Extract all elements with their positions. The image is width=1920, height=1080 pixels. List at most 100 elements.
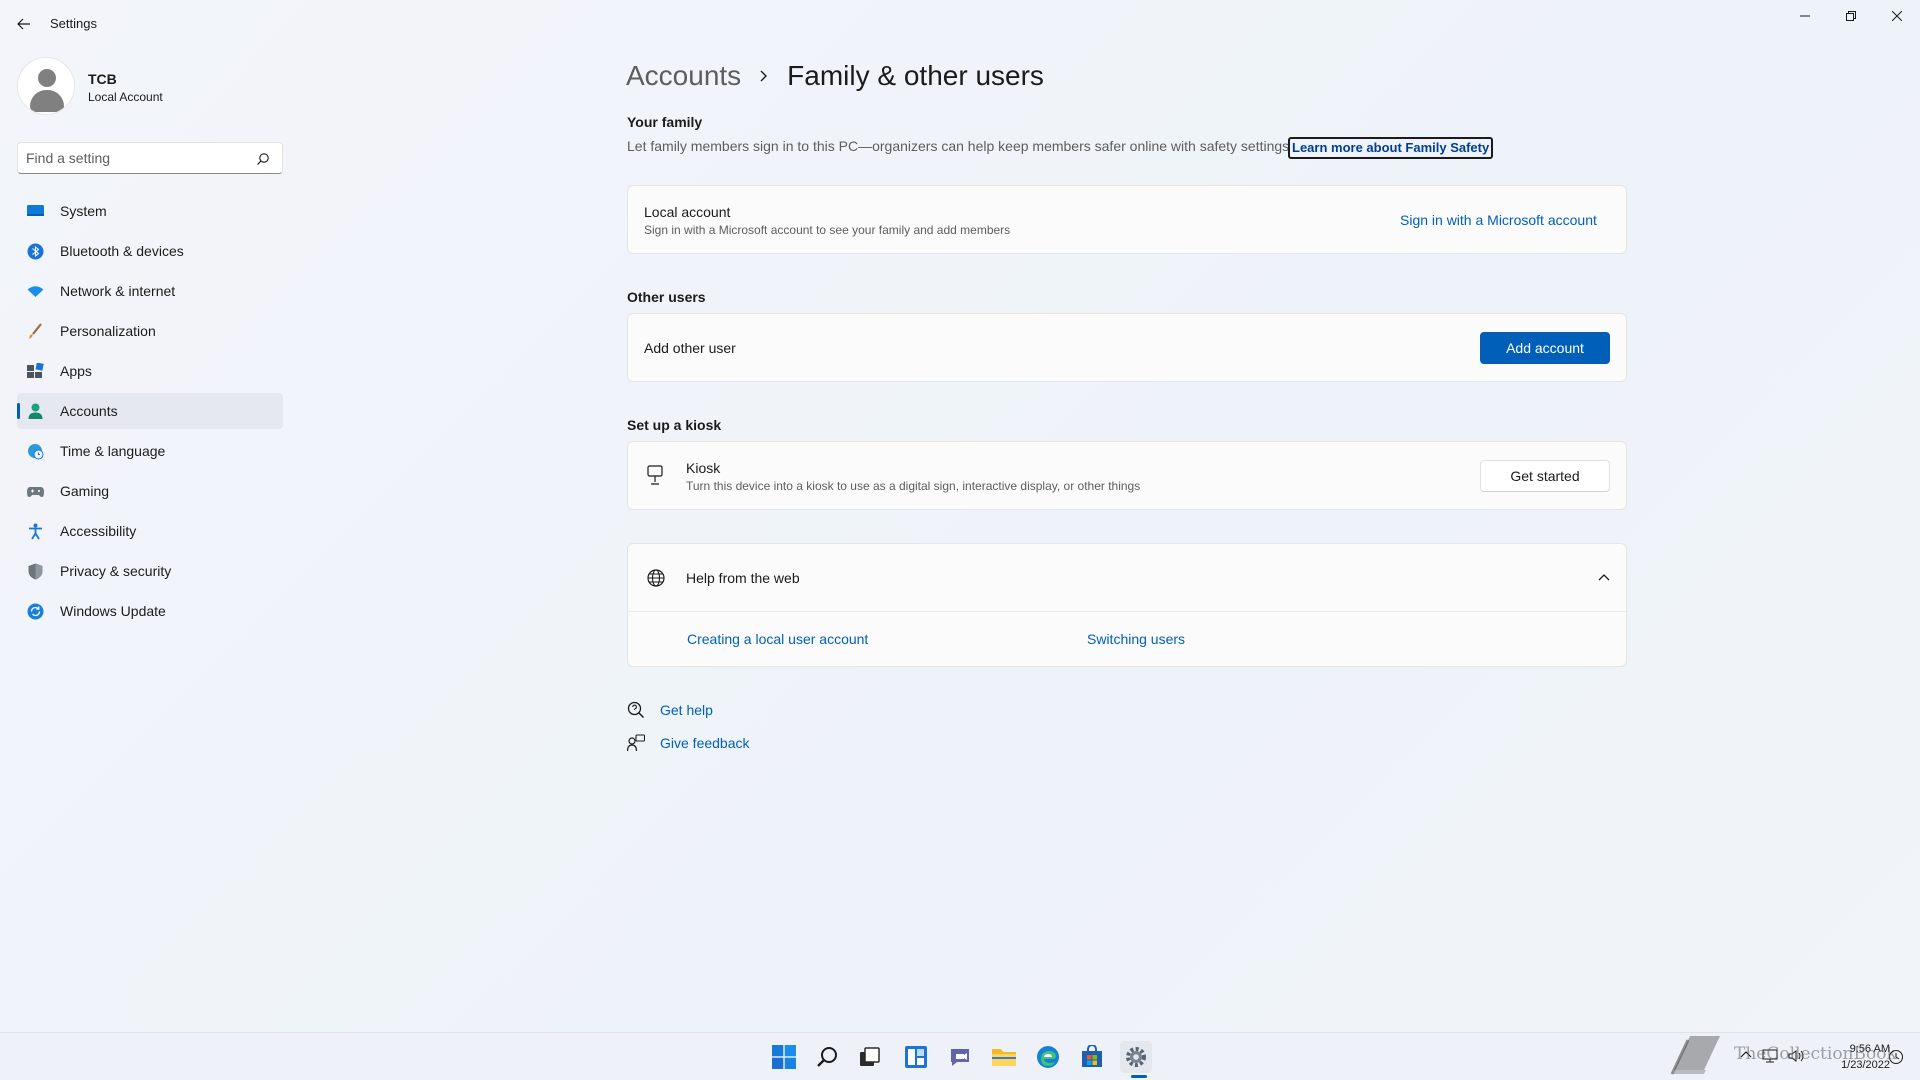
close-button[interactable] [1874,0,1920,32]
sidebar-item-label: Accounts [60,403,118,419]
kiosk-title: Kiosk [686,460,721,476]
sidebar-item-label: Gaming [60,483,110,499]
taskbar: 9:56 AM 1/23/2022 [0,1032,1920,1080]
help-from-web-header[interactable]: Help from the web [628,544,1626,611]
divider [628,611,1626,612]
file-explorer-button[interactable] [988,1041,1020,1073]
sidebar-item-apps[interactable]: Apps [17,353,283,389]
system-icon [27,205,44,216]
local-account-title: Local account [644,204,731,220]
sidebar-item-label: Windows Update [60,603,166,619]
kiosk-icon [647,465,663,485]
avatar [17,57,75,115]
get-help-link[interactable]: Get help [660,702,713,718]
kiosk-description: Turn this device into a kiosk to use as … [686,479,1141,493]
sidebar-item-label: Accessibility [60,523,137,539]
book-logo-icon [1670,1036,1720,1075]
task-view-button[interactable] [854,1041,886,1073]
sidebar-item-accessibility[interactable]: Accessibility [17,513,283,549]
close-icon [1892,11,1902,21]
app-title: Settings [50,16,97,31]
sidebar-item-label: Bluetooth & devices [60,243,184,259]
minimize-button[interactable] [1782,0,1828,32]
restore-button[interactable] [1828,0,1874,32]
search-box[interactable] [17,142,283,174]
search-icon [817,1047,837,1067]
sidebar-item-label: Network & internet [60,283,176,299]
watermark-text: TheCollectionBook [1734,1044,1897,1064]
settings-window: Settings TCB Local Account System Bl [0,0,1920,1032]
sidebar-item-privacy[interactable]: Privacy & security [17,553,283,589]
microsoft-store-button[interactable] [1076,1041,1108,1073]
sidebar-item-personalization[interactable]: Personalization [17,313,283,349]
taskbar-search-button[interactable] [812,1041,844,1073]
brush-icon [29,323,42,339]
help-link-creating-local-account[interactable]: Creating a local user account [687,631,868,647]
give-feedback-link[interactable]: Give feedback [660,735,750,751]
search-input[interactable] [26,148,246,168]
title-bar: Settings [0,0,1920,48]
edge-icon [1037,1046,1059,1068]
sidebar-item-label: System [60,203,107,219]
search-icon [257,153,269,165]
minimize-icon [1800,15,1810,17]
sidebar-item-system[interactable]: System [17,193,283,229]
page-title: Family & other users [787,60,1044,91]
back-button[interactable] [14,14,34,34]
user-profile[interactable]: TCB Local Account [17,57,277,117]
sidebar-item-network[interactable]: Network & internet [17,273,283,309]
sidebar-item-time-language[interactable]: Time & language [17,433,283,469]
sidebar-item-label: Apps [60,363,92,379]
task-view-icon [860,1047,880,1066]
wifi-icon [27,286,44,297]
chevron-right-icon [760,70,768,82]
profile-name: TCB [88,71,117,87]
restore-icon [1846,11,1856,21]
sidebar-item-bluetooth[interactable]: Bluetooth & devices [17,233,283,269]
accessibility-icon [29,523,42,540]
start-button[interactable] [768,1041,800,1073]
breadcrumb-parent[interactable]: Accounts [626,60,741,92]
section-title-your-family: Your family [627,114,703,130]
sidebar-item-gaming[interactable]: Gaming [17,473,283,509]
learn-more-family-safety-link[interactable]: Learn more about Family Safety [1288,137,1494,159]
windows-logo-icon [772,1045,796,1069]
local-account-description: Sign in with a Microsoft account to see … [644,223,1011,237]
gear-icon [1126,1047,1146,1067]
sign-in-microsoft-account-link[interactable]: Sign in with a Microsoft account [1400,212,1597,228]
edge-browser-button[interactable] [1032,1041,1064,1073]
sidebar-item-label: Privacy & security [60,563,172,579]
gamepad-icon [27,487,44,497]
feedback-icon [627,734,645,752]
sidebar-item-accounts[interactable]: Accounts [17,393,283,429]
help-link-switching-users[interactable]: Switching users [1087,631,1185,647]
breadcrumb: Accounts Family & other users [626,56,1044,96]
family-description: Let family members sign in to this PC—or… [627,138,1290,154]
settings-taskbar-button[interactable] [1120,1041,1152,1073]
help-from-web-card: Help from the web Creating a local user … [627,543,1627,667]
back-arrow-icon [17,18,30,30]
section-title-kiosk: Set up a kiosk [627,417,722,433]
sidebar-item-label: Time & language [60,443,166,459]
get-help-icon [627,701,645,719]
add-other-user-card: Add other user Add account [627,313,1627,382]
kiosk-card: Kiosk Turn this device into a kiosk to u… [627,441,1627,510]
person-icon [28,403,43,419]
watermark: TheCollectionBook [1668,1030,1908,1078]
active-app-indicator [1131,1075,1147,1078]
globe-clock-icon [28,444,44,460]
chat-button[interactable] [944,1041,976,1073]
globe-help-icon [647,569,665,587]
add-account-button[interactable]: Add account [1480,332,1610,364]
widgets-button[interactable] [900,1041,932,1073]
folder-icon [992,1049,1016,1066]
get-started-button[interactable]: Get started [1480,460,1610,492]
section-title-other-users: Other users [627,289,706,305]
help-from-web-title: Help from the web [686,570,800,586]
add-other-user-title: Add other user [644,340,736,356]
chevron-up-icon[interactable] [1598,572,1610,584]
sidebar-item-label: Personalization [60,323,156,339]
update-icon [27,603,44,620]
profile-account-type: Local Account [88,90,163,104]
sidebar-item-windows-update[interactable]: Windows Update [17,593,283,629]
